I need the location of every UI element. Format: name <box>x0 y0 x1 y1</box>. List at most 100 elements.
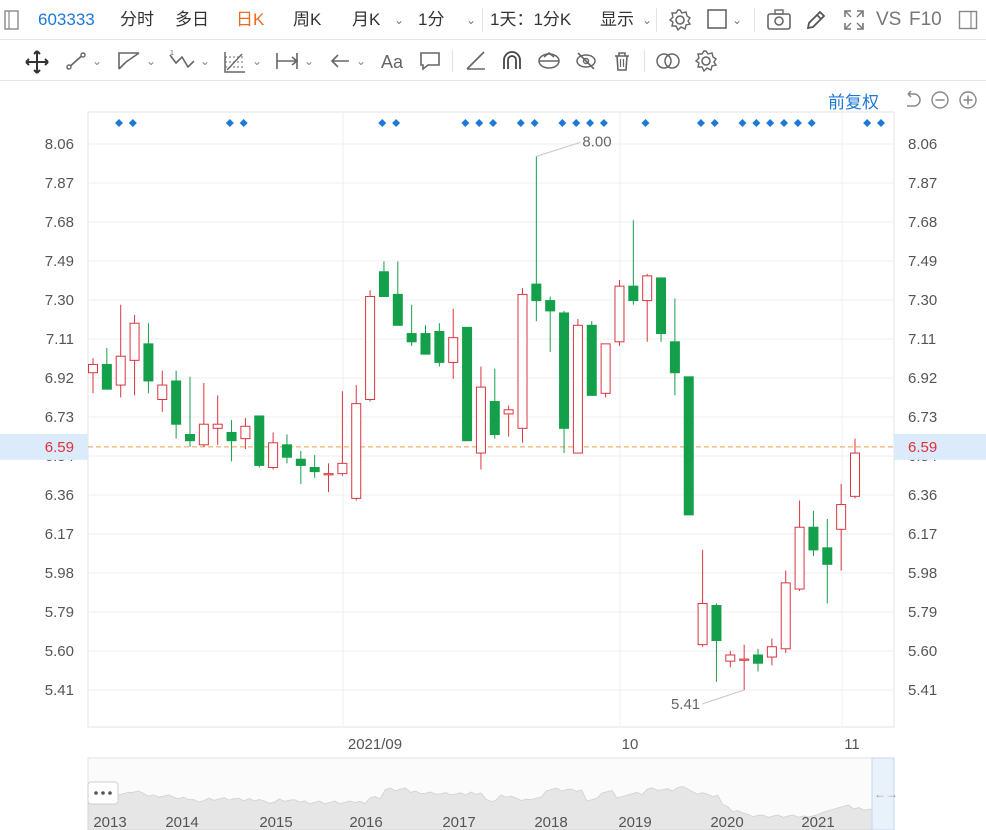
candle-up[interactable] <box>88 363 98 374</box>
hide-drawing-icon[interactable] <box>574 49 598 73</box>
candle-up[interactable] <box>725 654 736 662</box>
wave-line-icon[interactable]: 1 <box>168 49 196 73</box>
event-marker[interactable] <box>392 119 401 127</box>
candle-down[interactable] <box>489 401 500 436</box>
sidebar-toggle-icon[interactable] <box>4 10 20 30</box>
compare-icon[interactable] <box>654 49 682 73</box>
candle-up[interactable] <box>794 526 805 590</box>
candle-down[interactable] <box>420 333 431 355</box>
candle-down[interactable] <box>531 283 542 302</box>
move-icon[interactable] <box>24 49 50 75</box>
event-marker[interactable] <box>766 119 775 127</box>
sidebar-collapse-icon[interactable] <box>958 10 978 30</box>
candle-down[interactable] <box>378 271 389 297</box>
event-marker[interactable] <box>738 119 747 127</box>
event-marker[interactable] <box>863 119 872 127</box>
camera-icon[interactable] <box>766 8 792 32</box>
tab-weekly-k[interactable]: 周K <box>293 0 321 40</box>
chevron-down-icon[interactable]: ⌄ <box>394 0 404 40</box>
tab-multi-day[interactable]: 多日 <box>175 0 209 40</box>
candle-up[interactable] <box>697 602 708 646</box>
candle-up[interactable] <box>642 275 653 302</box>
vs-compare-button[interactable]: VS <box>876 0 901 40</box>
candles[interactable] <box>88 156 860 690</box>
candle-up[interactable] <box>836 504 847 530</box>
event-marker[interactable] <box>489 119 498 127</box>
fibonacci-icon[interactable] <box>222 49 248 75</box>
event-marker[interactable] <box>780 119 789 127</box>
candle-up[interactable] <box>351 403 362 499</box>
candle-up[interactable] <box>212 423 223 429</box>
event-marker[interactable] <box>641 119 650 127</box>
candle-up[interactable] <box>115 355 126 386</box>
overview-navigator[interactable]: ←→ 2013 2014 2015 2016 2017 2018 2019 2020 2021 <box>87 757 898 830</box>
chevron-down-icon[interactable]: ⌄ <box>92 41 102 81</box>
display-select[interactable]: 显示 <box>600 0 634 40</box>
candle-up[interactable] <box>157 384 168 400</box>
event-marker[interactable] <box>239 119 248 127</box>
candle-down[interactable] <box>545 300 556 312</box>
event-marker[interactable] <box>516 119 525 127</box>
event-marker[interactable] <box>115 119 123 127</box>
candle-down[interactable] <box>171 380 182 425</box>
candle-up[interactable] <box>572 324 583 454</box>
candle-down[interactable] <box>683 376 694 516</box>
event-marker[interactable] <box>710 119 719 127</box>
tab-daily-k[interactable]: 日K <box>236 0 264 40</box>
stock-code[interactable]: 603333 <box>38 0 95 40</box>
kline-chart-area[interactable]: 8.067.877.687.497.307.116.926.736.546.36… <box>0 82 986 830</box>
event-marker[interactable] <box>461 119 470 127</box>
ruler-icon[interactable] <box>464 49 488 73</box>
candle-up[interactable] <box>517 293 528 429</box>
chevron-down-icon[interactable]: ⌄ <box>356 41 366 81</box>
scroll-arrows-icon[interactable]: ←→ <box>874 787 898 801</box>
candle-down[interactable] <box>669 341 680 374</box>
event-marker[interactable] <box>572 119 581 127</box>
range-measure-icon[interactable] <box>274 49 300 73</box>
candle-up[interactable] <box>198 423 209 446</box>
candle-down[interactable] <box>628 285 639 302</box>
candle-up[interactable] <box>850 452 860 497</box>
candle-up[interactable] <box>323 473 334 476</box>
period-select[interactable]: 1天：1分K <box>490 0 571 40</box>
event-marker[interactable] <box>128 119 137 127</box>
event-marker[interactable] <box>599 119 608 127</box>
tab-monthly-k[interactable]: 月K <box>352 0 380 40</box>
chevron-down-icon[interactable]: ⌄ <box>642 0 652 40</box>
candle-up[interactable] <box>337 462 348 475</box>
candle-down[interactable] <box>753 654 764 664</box>
candle-up[interactable] <box>780 582 791 650</box>
event-marker[interactable] <box>807 119 816 127</box>
candle-up[interactable] <box>766 646 777 658</box>
event-markers[interactable] <box>115 119 885 127</box>
channel-icon[interactable] <box>116 49 142 73</box>
chevron-down-icon[interactable]: ⌄ <box>252 41 262 81</box>
event-marker[interactable] <box>378 119 387 127</box>
lock-drawing-icon[interactable] <box>536 49 562 73</box>
kline-chart[interactable]: 8.067.877.687.497.307.116.926.736.546.36… <box>0 82 986 830</box>
event-marker[interactable] <box>558 119 567 127</box>
candle-down[interactable] <box>822 547 833 565</box>
arrow-left-icon[interactable] <box>328 49 352 73</box>
text-tool-icon[interactable]: Aa <box>380 49 406 73</box>
candle-down[interactable] <box>559 312 570 429</box>
candle-up[interactable] <box>448 337 459 363</box>
candle-up[interactable] <box>600 343 611 394</box>
candle-up[interactable] <box>739 658 750 661</box>
candle-up[interactable] <box>503 409 514 415</box>
event-marker[interactable] <box>696 119 705 127</box>
candle-down[interactable] <box>406 333 417 343</box>
chevron-down-icon[interactable]: ⌄ <box>732 0 742 40</box>
event-marker[interactable] <box>793 119 802 127</box>
candle-down[interactable] <box>226 431 237 442</box>
chevron-down-icon[interactable]: ⌄ <box>146 41 156 81</box>
pencil-icon[interactable] <box>804 8 828 32</box>
event-marker[interactable] <box>877 119 885 127</box>
candle-down[interactable] <box>281 444 292 458</box>
chevron-down-icon[interactable]: ⌄ <box>304 41 314 81</box>
candle-up[interactable] <box>365 295 376 400</box>
candle-down[interactable] <box>808 526 819 551</box>
magnet-icon[interactable] <box>500 49 524 73</box>
candle-up[interactable] <box>268 442 279 468</box>
event-marker[interactable] <box>530 119 539 127</box>
